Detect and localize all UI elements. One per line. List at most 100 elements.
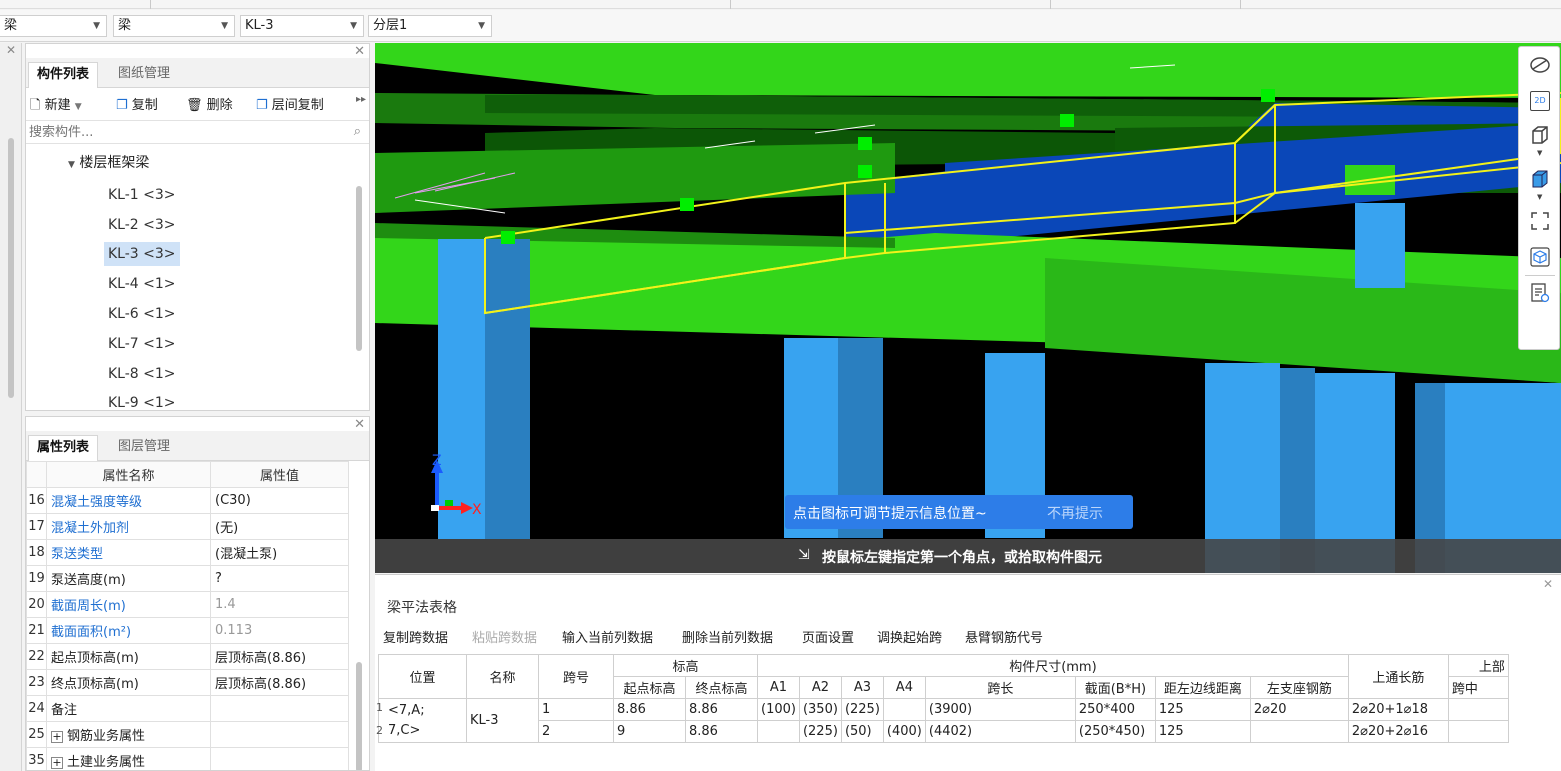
component-type-dropdown[interactable]: 梁 ▼ bbox=[113, 15, 235, 37]
tree-item-kl-9[interactable]: KL-9 <1> bbox=[104, 391, 180, 409]
property-group-row[interactable]: 35 + 土建业务属性 bbox=[26, 747, 349, 770]
start-elevation-cell[interactable]: 8.86 bbox=[613, 698, 686, 721]
property-row[interactable]: 16 混凝土强度等级 (C30) bbox=[26, 487, 349, 514]
tab-component-list[interactable]: 构件列表 bbox=[28, 62, 99, 88]
input-column-button[interactable]: 输入当前列数据 bbox=[562, 627, 653, 646]
table-row[interactable]: 2 9 8.86 (225) (50) (400) (4402) (250*45… bbox=[379, 720, 1509, 743]
orbit-icon[interactable] bbox=[1530, 55, 1550, 75]
dock-scrollbar[interactable] bbox=[8, 138, 14, 398]
tab-drawing-management[interactable]: 图纸管理 bbox=[110, 62, 178, 88]
property-value[interactable] bbox=[210, 695, 349, 722]
position-cell[interactable]: 1 2 <7,A; 7,C> bbox=[376, 698, 467, 743]
display-settings-icon[interactable] bbox=[1530, 283, 1550, 303]
property-value[interactable]: (无) bbox=[210, 513, 349, 540]
property-value[interactable]: (混凝土泵) bbox=[210, 539, 349, 566]
end-elevation-cell[interactable]: 8.86 bbox=[685, 720, 758, 743]
a2-cell[interactable]: (225) bbox=[798, 720, 842, 743]
solid-box-icon[interactable] bbox=[1530, 169, 1550, 189]
expand-plus-icon[interactable]: + bbox=[51, 757, 63, 769]
table-row[interactable]: 1 2 <7,A; 7,C> KL-3 1 8.86 8.86 (100) (3… bbox=[376, 698, 1509, 743]
3d-box-icon[interactable] bbox=[1530, 125, 1550, 145]
property-row[interactable]: 20 截面周长(m) 1.4 bbox=[26, 591, 349, 618]
a4-cell[interactable]: (400) bbox=[882, 720, 926, 743]
floor-type-dropdown[interactable]: 梁 ▼ bbox=[0, 15, 107, 37]
tree-item-kl-2[interactable]: KL-2 <3> bbox=[104, 213, 180, 237]
layer-dropdown[interactable]: 分层1 ▼ bbox=[368, 15, 492, 37]
chevron-down-icon[interactable]: ▼ bbox=[1537, 149, 1542, 157]
close-icon[interactable]: ✕ bbox=[354, 417, 365, 432]
tree-scrollbar[interactable] bbox=[356, 186, 362, 351]
tab-property-list[interactable]: 属性列表 bbox=[28, 435, 99, 461]
close-icon[interactable]: ✕ bbox=[6, 43, 16, 57]
property-value[interactable]: (C30) bbox=[210, 487, 349, 514]
property-row[interactable]: 22 起点顶标高(m) 层顶标高(8.86) bbox=[26, 643, 349, 670]
mid-span-cell[interactable] bbox=[1447, 698, 1509, 721]
tree-item-kl-8[interactable]: KL-8 <1> bbox=[104, 362, 180, 386]
property-value[interactable]: ? bbox=[210, 565, 349, 592]
property-row[interactable]: 18 泵送类型 (混凝土泵) bbox=[26, 539, 349, 566]
tab-layer-management[interactable]: 图层管理 bbox=[110, 435, 178, 461]
layer-box-icon[interactable] bbox=[1530, 247, 1550, 267]
end-elevation-cell[interactable]: 8.86 bbox=[685, 698, 758, 721]
name-cell[interactable]: KL-3 bbox=[466, 698, 539, 743]
tree-group-frame-beam[interactable]: ▼ 楼层框架梁 bbox=[68, 152, 149, 172]
search-box[interactable]: ⌕ bbox=[26, 120, 369, 144]
property-row[interactable]: 23 终点顶标高(m) 层顶标高(8.86) bbox=[26, 669, 349, 696]
chevron-down-icon[interactable]: ▼ bbox=[1537, 193, 1542, 201]
3d-viewport[interactable]: Z X 点击图标可调节提示信息位置~ 不再提示 ⇲ 按鼠标左键指定第一个角点，或… bbox=[375, 43, 1561, 573]
tree-item-kl-3[interactable]: KL-3 <3> bbox=[104, 242, 180, 266]
fullscreen-icon[interactable] bbox=[1530, 211, 1550, 231]
property-row[interactable]: 24 备注 bbox=[26, 695, 349, 722]
expand-plus-icon[interactable]: + bbox=[51, 731, 63, 743]
copy-button[interactable]: ❐ 复制 bbox=[116, 94, 158, 113]
left-support-cell[interactable]: 2⌀20+2⌀16 bbox=[1347, 720, 1449, 743]
span-length-cell[interactable]: (4402) bbox=[924, 720, 1076, 743]
property-value[interactable]: 层顶标高(8.86) bbox=[210, 643, 349, 670]
tree-item-kl-1[interactable]: KL-1 <3> bbox=[104, 183, 180, 207]
mid-span-cell[interactable] bbox=[1447, 720, 1509, 743]
property-row[interactable]: 17 混凝土外加剂 (无) bbox=[26, 513, 349, 540]
left-support-cell[interactable]: 2⌀20+1⌀18 bbox=[1347, 698, 1449, 721]
2d-view-icon[interactable]: 2D bbox=[1530, 91, 1550, 111]
span-length-cell[interactable]: (3900) bbox=[924, 698, 1076, 721]
a3-cell[interactable]: (50) bbox=[840, 720, 884, 743]
start-elevation-cell[interactable]: 9 bbox=[613, 720, 686, 743]
a1-cell[interactable]: (100) bbox=[757, 698, 800, 721]
delete-column-button[interactable]: 删除当前列数据 bbox=[682, 627, 773, 646]
section-cell[interactable]: (250*450) bbox=[1074, 720, 1156, 743]
ribbon-divider bbox=[150, 0, 151, 9]
more-icon[interactable]: ▸▸ bbox=[356, 94, 366, 105]
top-rebar-cell[interactable] bbox=[1249, 720, 1349, 743]
a2-cell[interactable]: (350) bbox=[798, 698, 842, 721]
swap-start-span-button[interactable]: 调换起始跨 bbox=[877, 627, 942, 646]
tree-item-kl-6[interactable]: KL-6 <1> bbox=[104, 302, 180, 326]
page-setup-button[interactable]: 页面设置 bbox=[802, 627, 854, 646]
tree-item-kl-7[interactable]: KL-7 <1> bbox=[104, 332, 180, 356]
component-name-dropdown[interactable]: KL-3 ▼ bbox=[240, 15, 364, 37]
distance-cell[interactable]: 125 bbox=[1154, 720, 1251, 743]
distance-cell[interactable]: 125 bbox=[1154, 698, 1251, 721]
close-icon[interactable]: ✕ bbox=[1543, 577, 1553, 591]
a3-cell[interactable]: (225) bbox=[840, 698, 884, 721]
paste-span-data-button[interactable]: 粘贴跨数据 bbox=[472, 627, 537, 646]
span-cell[interactable]: 1 bbox=[538, 698, 614, 721]
property-value[interactable]: 层顶标高(8.86) bbox=[210, 669, 349, 696]
property-row[interactable]: 21 截面面积(m²) 0.113 bbox=[26, 617, 349, 644]
top-rebar-cell[interactable]: 2⌀20 bbox=[1249, 698, 1349, 721]
hint-dismiss-button[interactable]: 不再提示 bbox=[1047, 503, 1103, 523]
delete-button[interactable]: 🗑 删除 bbox=[186, 94, 233, 113]
floor-copy-button[interactable]: ❐ 层间复制 bbox=[256, 94, 324, 113]
section-cell[interactable]: 250*400 bbox=[1074, 698, 1156, 721]
copy-span-data-button[interactable]: 复制跨数据 bbox=[383, 627, 448, 646]
property-scrollbar[interactable] bbox=[356, 662, 362, 770]
cantilever-rebar-code-button[interactable]: 悬臂钢筋代号 bbox=[965, 627, 1043, 646]
tree-item-kl-4[interactable]: KL-4 <1> bbox=[104, 272, 180, 296]
property-group-row[interactable]: 25 + 钢筋业务属性 bbox=[26, 721, 349, 748]
close-icon[interactable]: ✕ bbox=[354, 44, 365, 59]
span-cell[interactable]: 2 bbox=[538, 720, 614, 743]
a1-cell[interactable] bbox=[757, 720, 800, 743]
search-input[interactable] bbox=[26, 121, 326, 143]
a4-cell[interactable] bbox=[882, 698, 926, 721]
new-button[interactable]: 🗋 新建 ▼ bbox=[30, 94, 82, 118]
property-row[interactable]: 19 泵送高度(m)? bbox=[26, 565, 349, 592]
